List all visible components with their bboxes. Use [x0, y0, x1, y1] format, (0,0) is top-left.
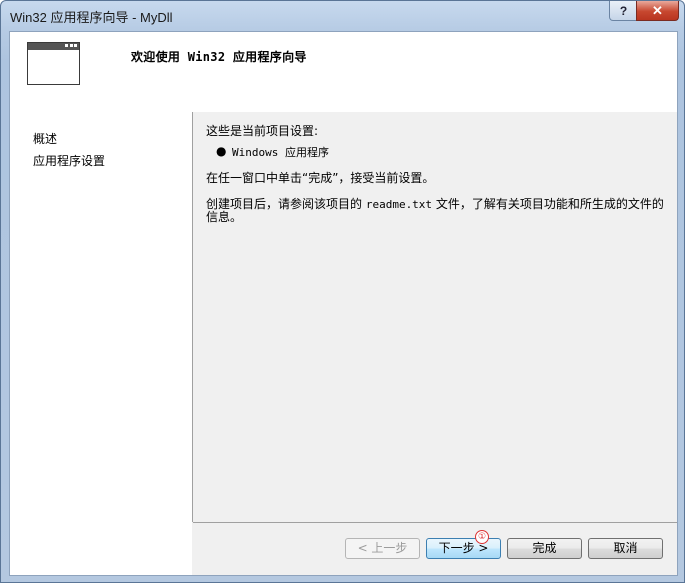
app-type-value: Windows 应用程序: [232, 146, 329, 159]
close-button[interactable]: ✕: [636, 1, 679, 21]
button-separator: [193, 522, 677, 523]
nav-item-overview[interactable]: 概述: [33, 130, 57, 147]
title-bar[interactable]: Win32 应用程序向导 - MyDll ? ✕: [1, 1, 684, 31]
cancel-button[interactable]: 取消: [588, 538, 663, 559]
readme-filename: readme.txt: [365, 198, 433, 211]
wizard-client-area: 欢迎使用 Win32 应用程序向导 概述 应用程序设置 这些是当前项目设置: ●…: [9, 31, 678, 576]
prev-button[interactable]: < 上一步: [345, 538, 420, 559]
wizard-header: 欢迎使用 Win32 应用程序向导: [10, 32, 677, 112]
wizard-title: 欢迎使用 Win32 应用程序向导: [131, 50, 307, 64]
settings-bullet-item: ● Windows 应用程序: [206, 142, 666, 164]
close-icon: ✕: [652, 2, 663, 18]
after-create-text: 创建项目后，请参阅该项目的 readme.txt 文件，了解有关项目功能和所生成…: [206, 198, 666, 224]
wizard-window: Win32 应用程序向导 - MyDll ? ✕ 欢迎使用 Win32 应用程序…: [0, 0, 685, 583]
wizard-content: 这些是当前项目设置: ● Windows 应用程序 在任一窗口中单击“完成”，接…: [206, 122, 666, 224]
after-create-prefix: 创建项目后，请参阅该项目的: [206, 197, 366, 211]
window-title: Win32 应用程序向导 - MyDll: [10, 10, 173, 25]
finish-button[interactable]: 完成: [507, 538, 582, 559]
bullet-icon: ●: [216, 144, 227, 158]
window-icon: [27, 42, 80, 85]
wizard-nav: 概述 应用程序设置: [10, 112, 192, 575]
nav-item-app-settings[interactable]: 应用程序设置: [33, 152, 105, 169]
annotation-marker: ①: [475, 530, 489, 544]
next-button[interactable]: 下一步 >: [426, 538, 501, 559]
help-button[interactable]: ?: [609, 1, 638, 21]
nav-divider: [192, 112, 193, 522]
settings-intro: 这些是当前项目设置:: [206, 124, 319, 138]
finish-hint: 在任一窗口中单击“完成”，接受当前设置。: [206, 171, 435, 185]
